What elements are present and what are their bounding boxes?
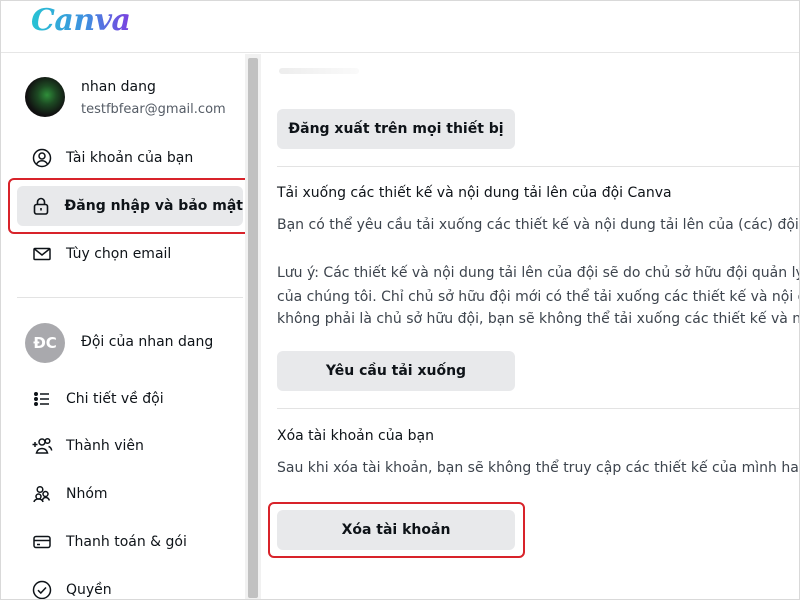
user-profile: nhan dang testfbfear@gmail.com (25, 77, 235, 125)
credit-card-icon (31, 531, 53, 553)
sidebar-item-groups[interactable]: Nhóm (17, 474, 243, 514)
sidebar-item-permissions[interactable]: Quyền (17, 570, 243, 599)
user-name: nhan dang (81, 79, 156, 95)
sidebar-item-label: Đăng nhập và bảo mật (64, 198, 243, 214)
sidebar-item-your-account[interactable]: Tài khoản của bạn (17, 138, 243, 178)
sidebar-divider (17, 297, 243, 298)
section-divider (277, 166, 799, 167)
download-note-line: không phải là chủ sở hữu đội, bạn sẽ khô… (277, 311, 800, 327)
sidebar-item-label: Quyền (66, 582, 112, 598)
sidebar-item-billing-plans[interactable]: Thanh toán & gói (17, 522, 243, 562)
sidebar-item-members[interactable]: Thành viên (17, 426, 243, 466)
team-header: ĐC Đội của nhan dang (25, 323, 245, 365)
sidebar-item-label: Tài khoản của bạn (66, 150, 194, 166)
user-email: testfbfear@gmail.com (81, 102, 226, 117)
user-circle-icon (31, 147, 53, 169)
logout-all-devices-button[interactable]: Đăng xuất trên mọi thiết bị (277, 109, 515, 149)
sidebar-scrollbar[interactable] (245, 54, 261, 599)
sidebar-item-login-security[interactable]: Đăng nhập và bảo mật (17, 186, 243, 226)
sidebar-item-label: Tùy chọn email (66, 246, 172, 262)
team-avatar: ĐC (25, 323, 65, 363)
download-section-title: Tải xuống các thiết kế và nội dung tải l… (277, 185, 672, 201)
download-note-line: Lưu ý: Các thiết kế và nội dung tải lên … (277, 265, 800, 281)
sidebar-item-label: Thành viên (66, 438, 144, 454)
delete-account-button[interactable]: Xóa tài khoản (277, 510, 515, 550)
add-people-icon (31, 435, 53, 457)
envelope-icon (31, 243, 53, 265)
delete-section-title: Xóa tài khoản của bạn (277, 428, 434, 444)
download-note-line: của chúng tôi. Chỉ chủ sở hữu đội mới có… (277, 289, 800, 305)
sidebar-item-team-details[interactable]: Chi tiết về đội (17, 379, 243, 419)
top-bar: Canva (1, 1, 799, 53)
avatar[interactable] (25, 77, 65, 117)
team-name: Đội của nhan dang (81, 334, 214, 350)
main-content: Đăng xuất trên mọi thiết bị Tải xuống cá… (261, 54, 800, 599)
scrollbar-thumb[interactable] (248, 58, 258, 598)
faded-content-edge (279, 68, 359, 74)
app-window: Canva nhan dang testfbfear@gmail.com Tài… (0, 0, 800, 600)
list-icon (31, 388, 53, 410)
section-divider (277, 408, 799, 409)
check-circle-icon (31, 579, 53, 599)
sidebar-item-email-preferences[interactable]: Tùy chọn email (17, 234, 243, 274)
request-download-button[interactable]: Yêu cầu tải xuống (277, 351, 515, 391)
lock-icon (31, 195, 52, 217)
sidebar-item-label: Chi tiết về đội (66, 391, 164, 407)
sidebar-item-label: Thanh toán & gói (66, 534, 187, 550)
download-description: Bạn có thể yêu cầu tải xuống các thiết k… (277, 217, 800, 233)
sidebar-item-label: Nhóm (66, 486, 108, 502)
delete-description: Sau khi xóa tài khoản, bạn sẽ không thể … (277, 460, 800, 476)
group-icon (31, 483, 53, 505)
canva-logo[interactable]: Canva (31, 3, 131, 38)
